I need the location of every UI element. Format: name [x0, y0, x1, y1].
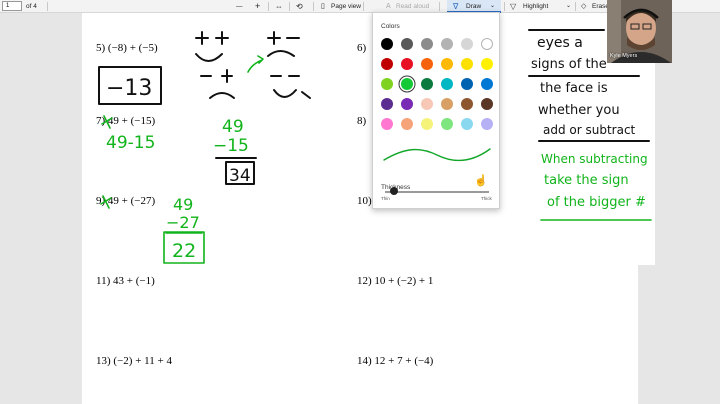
color-swatch[interactable] — [401, 38, 413, 50]
vertical-9-top: 49 — [173, 195, 193, 214]
note-line-2: signs of the — [531, 57, 607, 72]
smile-sketch-2 — [273, 89, 311, 99]
note-green-1: When subtracting — [541, 152, 648, 166]
plus-cross-out — [101, 115, 113, 129]
color-swatch[interactable] — [461, 98, 473, 110]
color-swatch[interactable] — [381, 58, 393, 70]
work-7: 49-15 — [106, 133, 155, 153]
arrow-sketch — [247, 55, 264, 73]
thick-label: Thick — [481, 196, 492, 201]
color-swatch[interactable] — [401, 118, 413, 130]
color-swatch[interactable] — [441, 118, 453, 130]
color-swatch[interactable] — [421, 58, 433, 70]
color-swatch[interactable] — [441, 58, 453, 70]
color-swatch[interactable] — [381, 118, 393, 130]
color-swatch[interactable] — [461, 78, 473, 90]
answer-7: 34 — [229, 166, 251, 186]
frown-sketch — [267, 50, 295, 57]
hand-cursor-icon: ☝ — [474, 175, 488, 187]
color-swatch[interactable] — [401, 98, 413, 110]
color-swatch[interactable] — [481, 58, 493, 70]
vertical-9-mid: −27 — [166, 213, 200, 232]
plus-plus-sketch — [195, 31, 229, 45]
color-swatch[interactable] — [421, 38, 433, 50]
color-swatch[interactable] — [421, 78, 433, 90]
note-line-3: the face is — [540, 81, 608, 96]
note-line-1: eyes a — [537, 35, 583, 51]
color-swatch[interactable] — [461, 118, 473, 130]
color-swatch[interactable] — [481, 78, 493, 90]
frown-sketch-2 — [209, 92, 235, 99]
color-swatch[interactable] — [461, 58, 473, 70]
color-swatch[interactable] — [441, 98, 453, 110]
color-swatch[interactable] — [401, 78, 413, 90]
color-swatch[interactable] — [401, 58, 413, 70]
plus-minus-sketch — [267, 31, 300, 45]
color-swatch[interactable] — [381, 38, 393, 50]
answer-9: 22 — [172, 240, 196, 262]
thickness-slider-handle[interactable] — [389, 187, 398, 195]
vertical-7-mid: −15 — [213, 136, 249, 156]
note-green-3: of the bigger # — [547, 195, 646, 210]
color-swatch[interactable] — [421, 118, 433, 130]
thickness-slider[interactable] — [385, 191, 489, 193]
color-swatch[interactable] — [381, 98, 393, 110]
thin-label: Thin — [381, 196, 390, 201]
draw-flyout: Colors Thickness Thin Thick ☝ — [372, 12, 500, 209]
smile-sketch — [195, 53, 223, 62]
colors-heading: Colors — [381, 23, 400, 30]
color-swatch[interactable] — [441, 38, 453, 50]
color-swatch[interactable] — [481, 98, 493, 110]
pen-preview-stroke — [383, 148, 491, 162]
answer-5: −13 — [106, 76, 152, 101]
color-swatch[interactable] — [421, 98, 433, 110]
note-line-5: add or subtract — [543, 123, 636, 137]
color-swatch[interactable] — [381, 78, 393, 90]
note-line-4: whether you — [538, 103, 620, 118]
color-swatch[interactable] — [441, 78, 453, 90]
minus-plus-sketch — [200, 69, 233, 83]
plus-cross-out-2 — [100, 195, 112, 209]
color-swatch[interactable] — [481, 38, 493, 50]
webcam-name-label: Kyle Myers — [610, 53, 638, 59]
color-swatch[interactable] — [461, 38, 473, 50]
vertical-7-top: 49 — [222, 117, 244, 137]
note-green-2: take the sign — [544, 173, 629, 188]
pen-preview — [383, 148, 491, 162]
color-swatch[interactable] — [481, 118, 493, 130]
